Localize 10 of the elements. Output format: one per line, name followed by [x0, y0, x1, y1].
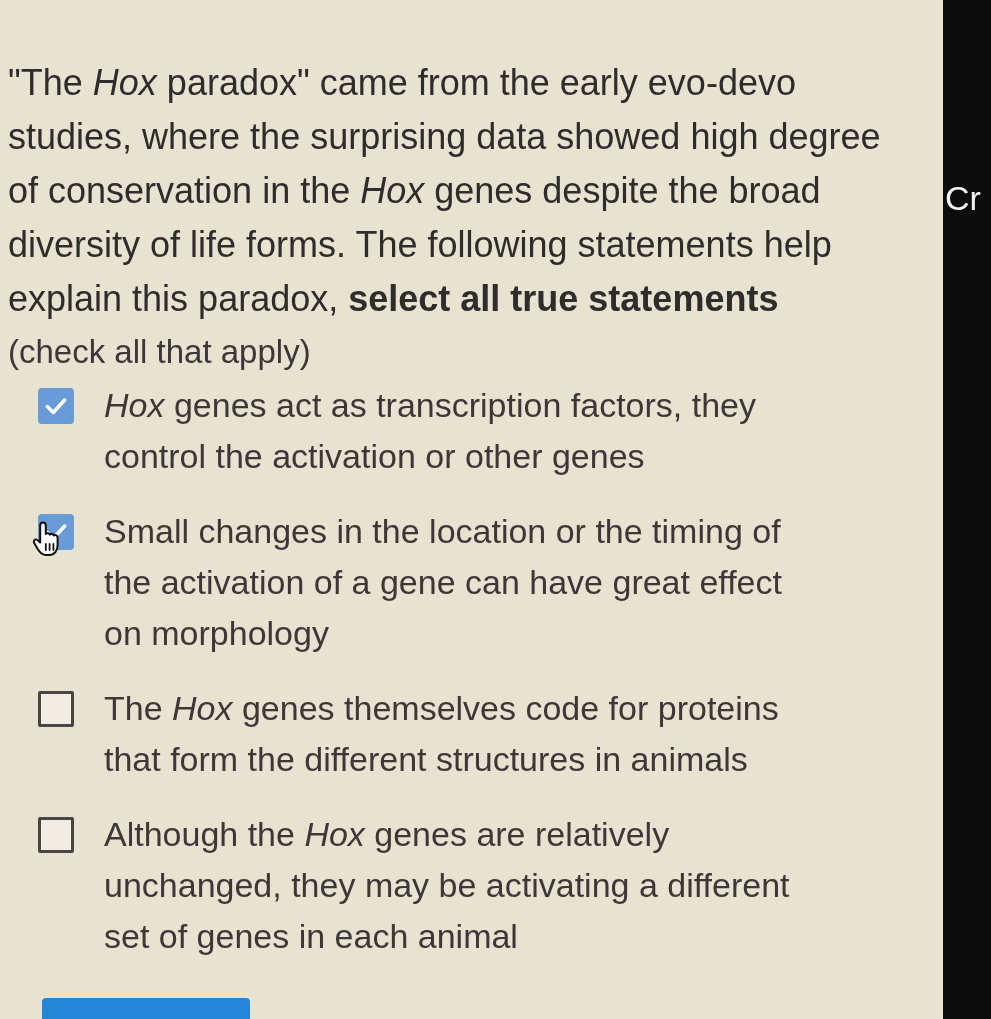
- checkbox[interactable]: [38, 388, 74, 424]
- checkbox[interactable]: [38, 691, 74, 727]
- question-text: "The Hox paradox" came from the early evo-devo studies, where the surprising data showed high degree of conservation in the Hox genes despite the broad diversity of life forms. The following statements help explain this paradox, select all true statements: [8, 61, 882, 321]
- checkbox[interactable]: [38, 817, 74, 853]
- option-text[interactable]: Although the Hox genes are relatively unchanged, they may be activating a different set of genes in each animal: [104, 809, 816, 962]
- side-panel-text: Cr: [944, 178, 982, 218]
- option-text[interactable]: Hox genes act as transcription factors, they control the activation or other genes: [104, 380, 816, 482]
- option-text[interactable]: Small changes in the location or the timing of the activation of a gene can have great effect on morphology: [104, 506, 816, 659]
- option-text[interactable]: The Hox genes themselves code for proteins that form the different structures in animals: [104, 683, 816, 785]
- hint-text: (check all that apply): [8, 332, 312, 372]
